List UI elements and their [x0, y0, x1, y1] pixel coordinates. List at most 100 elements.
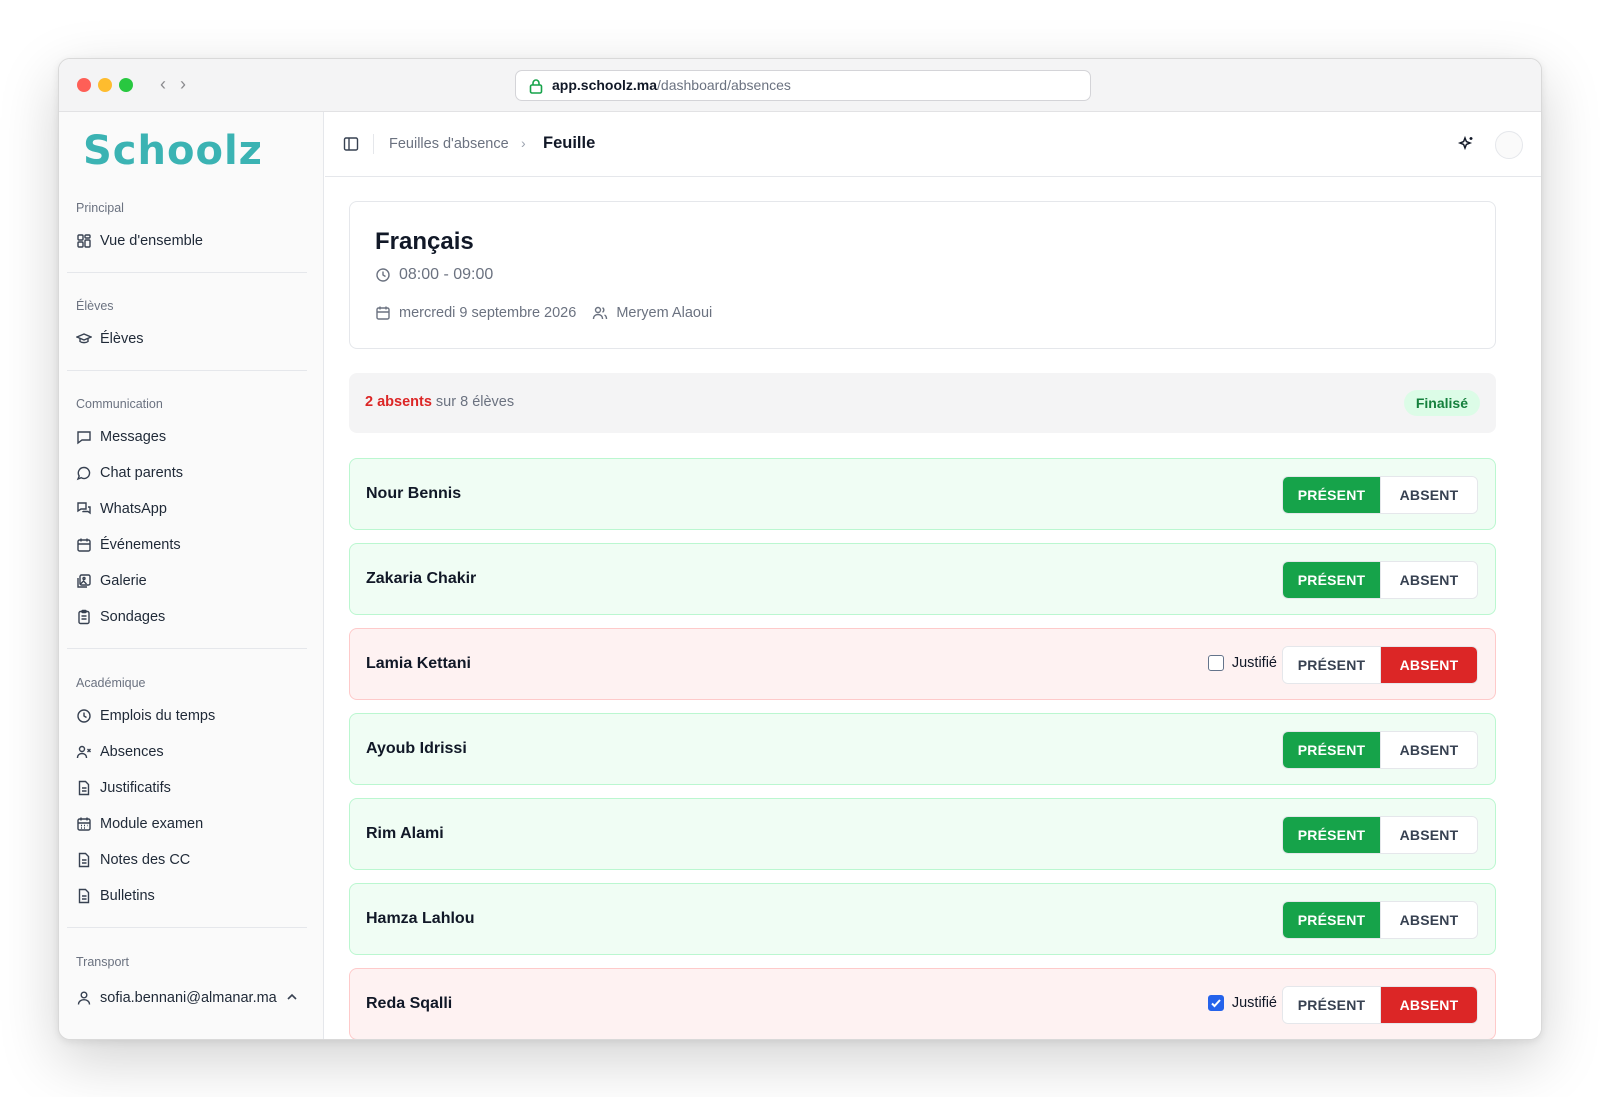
- present-button[interactable]: PRÉSENT: [1283, 647, 1380, 683]
- sidebar-item-overview[interactable]: Vue d'ensemble: [67, 225, 307, 257]
- user-x-icon: [76, 744, 92, 760]
- sidebar-item-galerie[interactable]: Galerie: [67, 565, 307, 597]
- lock-icon: [529, 79, 543, 94]
- sidebar-divider: [67, 927, 307, 928]
- minimize-window-button[interactable]: [98, 78, 112, 92]
- checkbox[interactable]: [1207, 995, 1224, 1011]
- sidebar-item-label: Vue d'ensemble: [100, 233, 203, 249]
- schoolz-logo[interactable]: Schoolz: [83, 128, 263, 174]
- present-button[interactable]: PRÉSENT: [1283, 902, 1380, 938]
- user-menu[interactable]: sofia.bennani@almanar.ma: [67, 982, 307, 1014]
- absent-button[interactable]: ABSENT: [1380, 732, 1477, 768]
- student-name: Lamia Kettani: [366, 655, 471, 672]
- chevron-up-icon: [287, 993, 297, 1000]
- absent-button[interactable]: ABSENT: [1380, 647, 1477, 683]
- section-label-principal: Principal: [76, 201, 124, 215]
- sidebar-item-label: Emplois du temps: [100, 708, 216, 724]
- maximize-window-button[interactable]: [119, 78, 133, 92]
- attendance-toggle: PRÉSENT ABSENT: [1282, 646, 1478, 684]
- calendar-icon: [376, 306, 390, 320]
- sidebar: Schoolz Principal Vue d'ensemble Élèves …: [59, 112, 324, 1039]
- close-window-button[interactable]: [77, 78, 91, 92]
- sidebar-item-evenements[interactable]: Événements: [67, 529, 307, 561]
- separator: [373, 134, 374, 154]
- message-square-icon: [76, 429, 92, 445]
- users-icon: [593, 306, 608, 320]
- chevron-right-icon: ›: [521, 135, 526, 151]
- calendar-days-icon: [76, 816, 92, 832]
- sidebar-item-label: Messages: [100, 429, 167, 445]
- date-text: mercredi 9 septembre 2026: [399, 305, 577, 321]
- sidebar-item-label: Absences: [100, 744, 164, 760]
- present-button[interactable]: PRÉSENT: [1283, 987, 1380, 1023]
- attendance-summary: 2 absents sur 8 élèves Finalisé: [349, 373, 1496, 433]
- breadcrumb-current: Feuille: [543, 134, 596, 152]
- student-name: Zakaria Chakir: [366, 570, 477, 587]
- section-label-eleves: Élèves: [76, 299, 114, 313]
- attendance-toggle: PRÉSENT ABSENT: [1282, 476, 1478, 514]
- absent-button[interactable]: ABSENT: [1380, 987, 1477, 1023]
- sheet-header-card: Français 08:00 - 09:00 mercredi 9 septem…: [349, 201, 1496, 349]
- user-icon: [76, 990, 92, 1006]
- avatar[interactable]: [1495, 131, 1523, 159]
- summary-total: sur 8 élèves: [431, 394, 515, 410]
- sidebar-item-bulletins[interactable]: Bulletins: [67, 880, 307, 912]
- section-label-communication: Communication: [76, 397, 163, 411]
- clipboard-icon: [76, 609, 92, 625]
- absent-button[interactable]: ABSENT: [1380, 817, 1477, 853]
- topbar: Feuilles d'absence › Feuille: [325, 112, 1541, 177]
- student-name: Hamza Lahlou: [366, 910, 475, 927]
- sidebar-item-eleves[interactable]: Élèves: [67, 323, 307, 355]
- sidebar-item-label: Élèves: [100, 331, 144, 347]
- check-icon: [1211, 999, 1221, 1008]
- sidebar-item-absences[interactable]: Absences: [67, 736, 307, 768]
- sidebar-item-messages[interactable]: Messages: [67, 421, 307, 453]
- justified-checkbox[interactable]: Justifié: [1207, 995, 1277, 1011]
- forward-arrow-icon[interactable]: ›: [175, 74, 191, 94]
- file-text-icon: [76, 780, 92, 796]
- main-content: Feuilles d'absence › Feuille Français 08…: [325, 112, 1541, 1039]
- attendance-toggle: PRÉSENT ABSENT: [1282, 986, 1478, 1024]
- sidebar-item-label: WhatsApp: [100, 501, 167, 517]
- student-name: Ayoub Idrissi: [366, 740, 467, 757]
- sidebar-item-label: Bulletins: [100, 888, 155, 904]
- attendance-toggle: PRÉSENT ABSENT: [1282, 901, 1478, 939]
- browser-titlebar: ‹ › app.schoolz.ma/dashboard/absences: [59, 59, 1541, 112]
- sidebar-divider: [67, 370, 307, 371]
- sparkles-icon[interactable]: [1457, 135, 1475, 153]
- present-button[interactable]: PRÉSENT: [1283, 477, 1380, 513]
- sidebar-item-module-examen[interactable]: Module examen: [67, 808, 307, 840]
- sidebar-item-label: Sondages: [100, 609, 166, 625]
- date-meta: mercredi 9 septembre 2026: [375, 305, 576, 321]
- time-text: 08:00 - 09:00: [399, 266, 494, 283]
- sidebar-item-notes-cc[interactable]: Notes des CC: [67, 844, 307, 876]
- present-button[interactable]: PRÉSENT: [1283, 562, 1380, 598]
- attendance-toggle: PRÉSENT ABSENT: [1282, 731, 1478, 769]
- breadcrumb-parent[interactable]: Feuilles d'absence: [389, 136, 509, 152]
- checkbox[interactable]: [1207, 655, 1224, 671]
- sheet-meta: mercredi 9 septembre 2026 Meryem Alaoui: [375, 305, 728, 321]
- absent-button[interactable]: ABSENT: [1380, 477, 1477, 513]
- student-row: Ayoub Idrissi PRÉSENT ABSENT: [349, 713, 1496, 785]
- sidebar-item-chat-parents[interactable]: Chat parents: [67, 457, 307, 489]
- sidebar-item-sondages[interactable]: Sondages: [67, 601, 307, 633]
- subject-title: Français: [375, 228, 474, 255]
- absent-button[interactable]: ABSENT: [1380, 902, 1477, 938]
- student-name: Nour Bennis: [366, 485, 462, 502]
- address-bar[interactable]: app.schoolz.ma/dashboard/absences: [515, 70, 1091, 101]
- sidebar-item-justificatifs[interactable]: Justificatifs: [67, 772, 307, 804]
- chat-bubble-icon: [76, 465, 92, 481]
- file-text-icon: [76, 852, 92, 868]
- sidebar-toggle-icon[interactable]: [343, 136, 359, 152]
- back-arrow-icon[interactable]: ‹: [155, 74, 171, 94]
- section-label-academique: Académique: [76, 676, 146, 690]
- sidebar-item-emplois[interactable]: Emplois du temps: [67, 700, 307, 732]
- clock-icon: [376, 268, 390, 282]
- absent-button[interactable]: ABSENT: [1380, 562, 1477, 598]
- present-button[interactable]: PRÉSENT: [1283, 817, 1380, 853]
- file-text-icon: [76, 888, 92, 904]
- sidebar-item-whatsapp[interactable]: WhatsApp: [67, 493, 307, 525]
- justified-checkbox[interactable]: Justifié: [1207, 655, 1277, 671]
- time-slot: 08:00 - 09:00: [375, 266, 493, 284]
- present-button[interactable]: PRÉSENT: [1283, 732, 1380, 768]
